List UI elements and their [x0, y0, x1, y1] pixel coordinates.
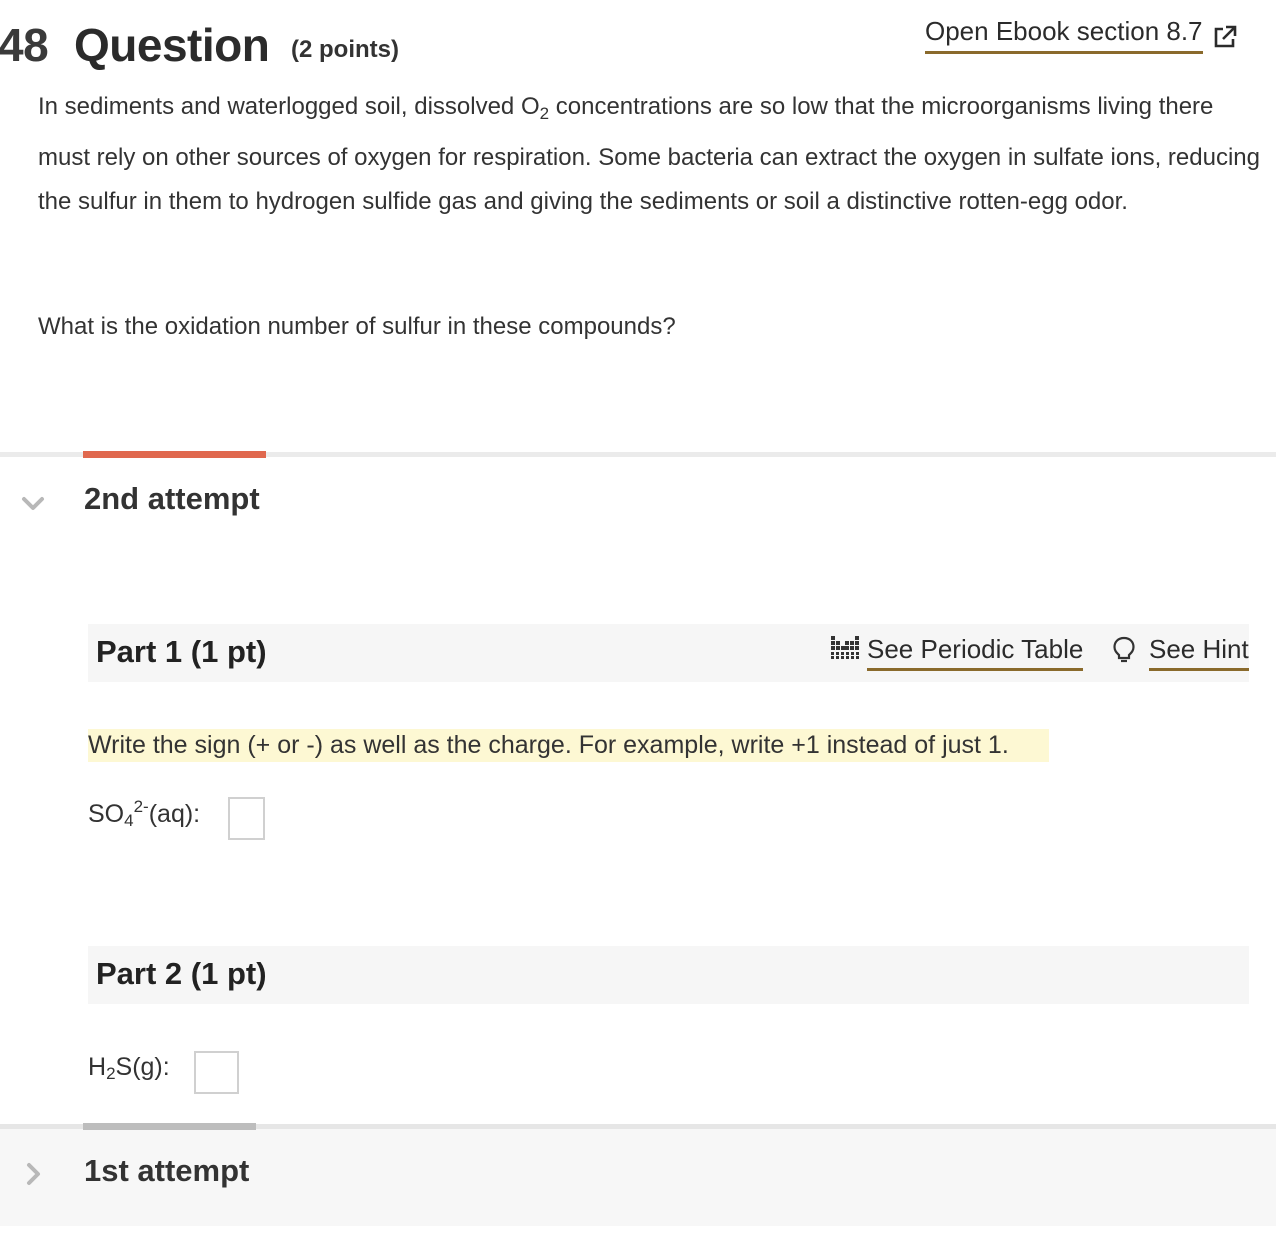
- open-ebook-link[interactable]: Open Ebook section 8.7: [925, 16, 1203, 54]
- attempt-title[interactable]: 2nd attempt: [84, 481, 260, 517]
- attempt-accent-bar: [83, 451, 266, 458]
- chevron-right-icon[interactable]: [20, 1161, 46, 1187]
- question-number: 48: [0, 19, 49, 71]
- external-link-icon[interactable]: [1212, 24, 1238, 50]
- part-2-answer-input[interactable]: [194, 1051, 239, 1094]
- previous-attempt-bar: [83, 1123, 256, 1130]
- lightbulb-icon[interactable]: [1112, 636, 1136, 664]
- instruction-text: Write the sign (+ or -) as well as the c…: [88, 731, 1009, 759]
- part-1-answer-input[interactable]: [228, 797, 265, 840]
- question-paragraph: In sediments and waterlogged soil, disso…: [38, 93, 1260, 215]
- periodic-table-icon[interactable]: [831, 636, 859, 660]
- part-1-formula-label: SO42-(aq):: [88, 797, 201, 830]
- question-points: (2 points): [291, 36, 399, 63]
- chevron-down-icon[interactable]: [20, 490, 46, 516]
- part-2-formula-label: H2S(g):: [88, 1053, 170, 1083]
- see-hint-link[interactable]: See Hint: [1149, 634, 1249, 671]
- previous-attempt-title[interactable]: 1st attempt: [84, 1153, 249, 1189]
- part-2-title: Part 2 (1 pt): [96, 956, 267, 991]
- question-prompt: What is the oxidation number of sulfur i…: [38, 313, 676, 340]
- part-1-title: Part 1 (1 pt): [96, 634, 267, 669]
- question-label: Question: [74, 19, 270, 71]
- see-periodic-table-link[interactable]: See Periodic Table: [867, 634, 1084, 671]
